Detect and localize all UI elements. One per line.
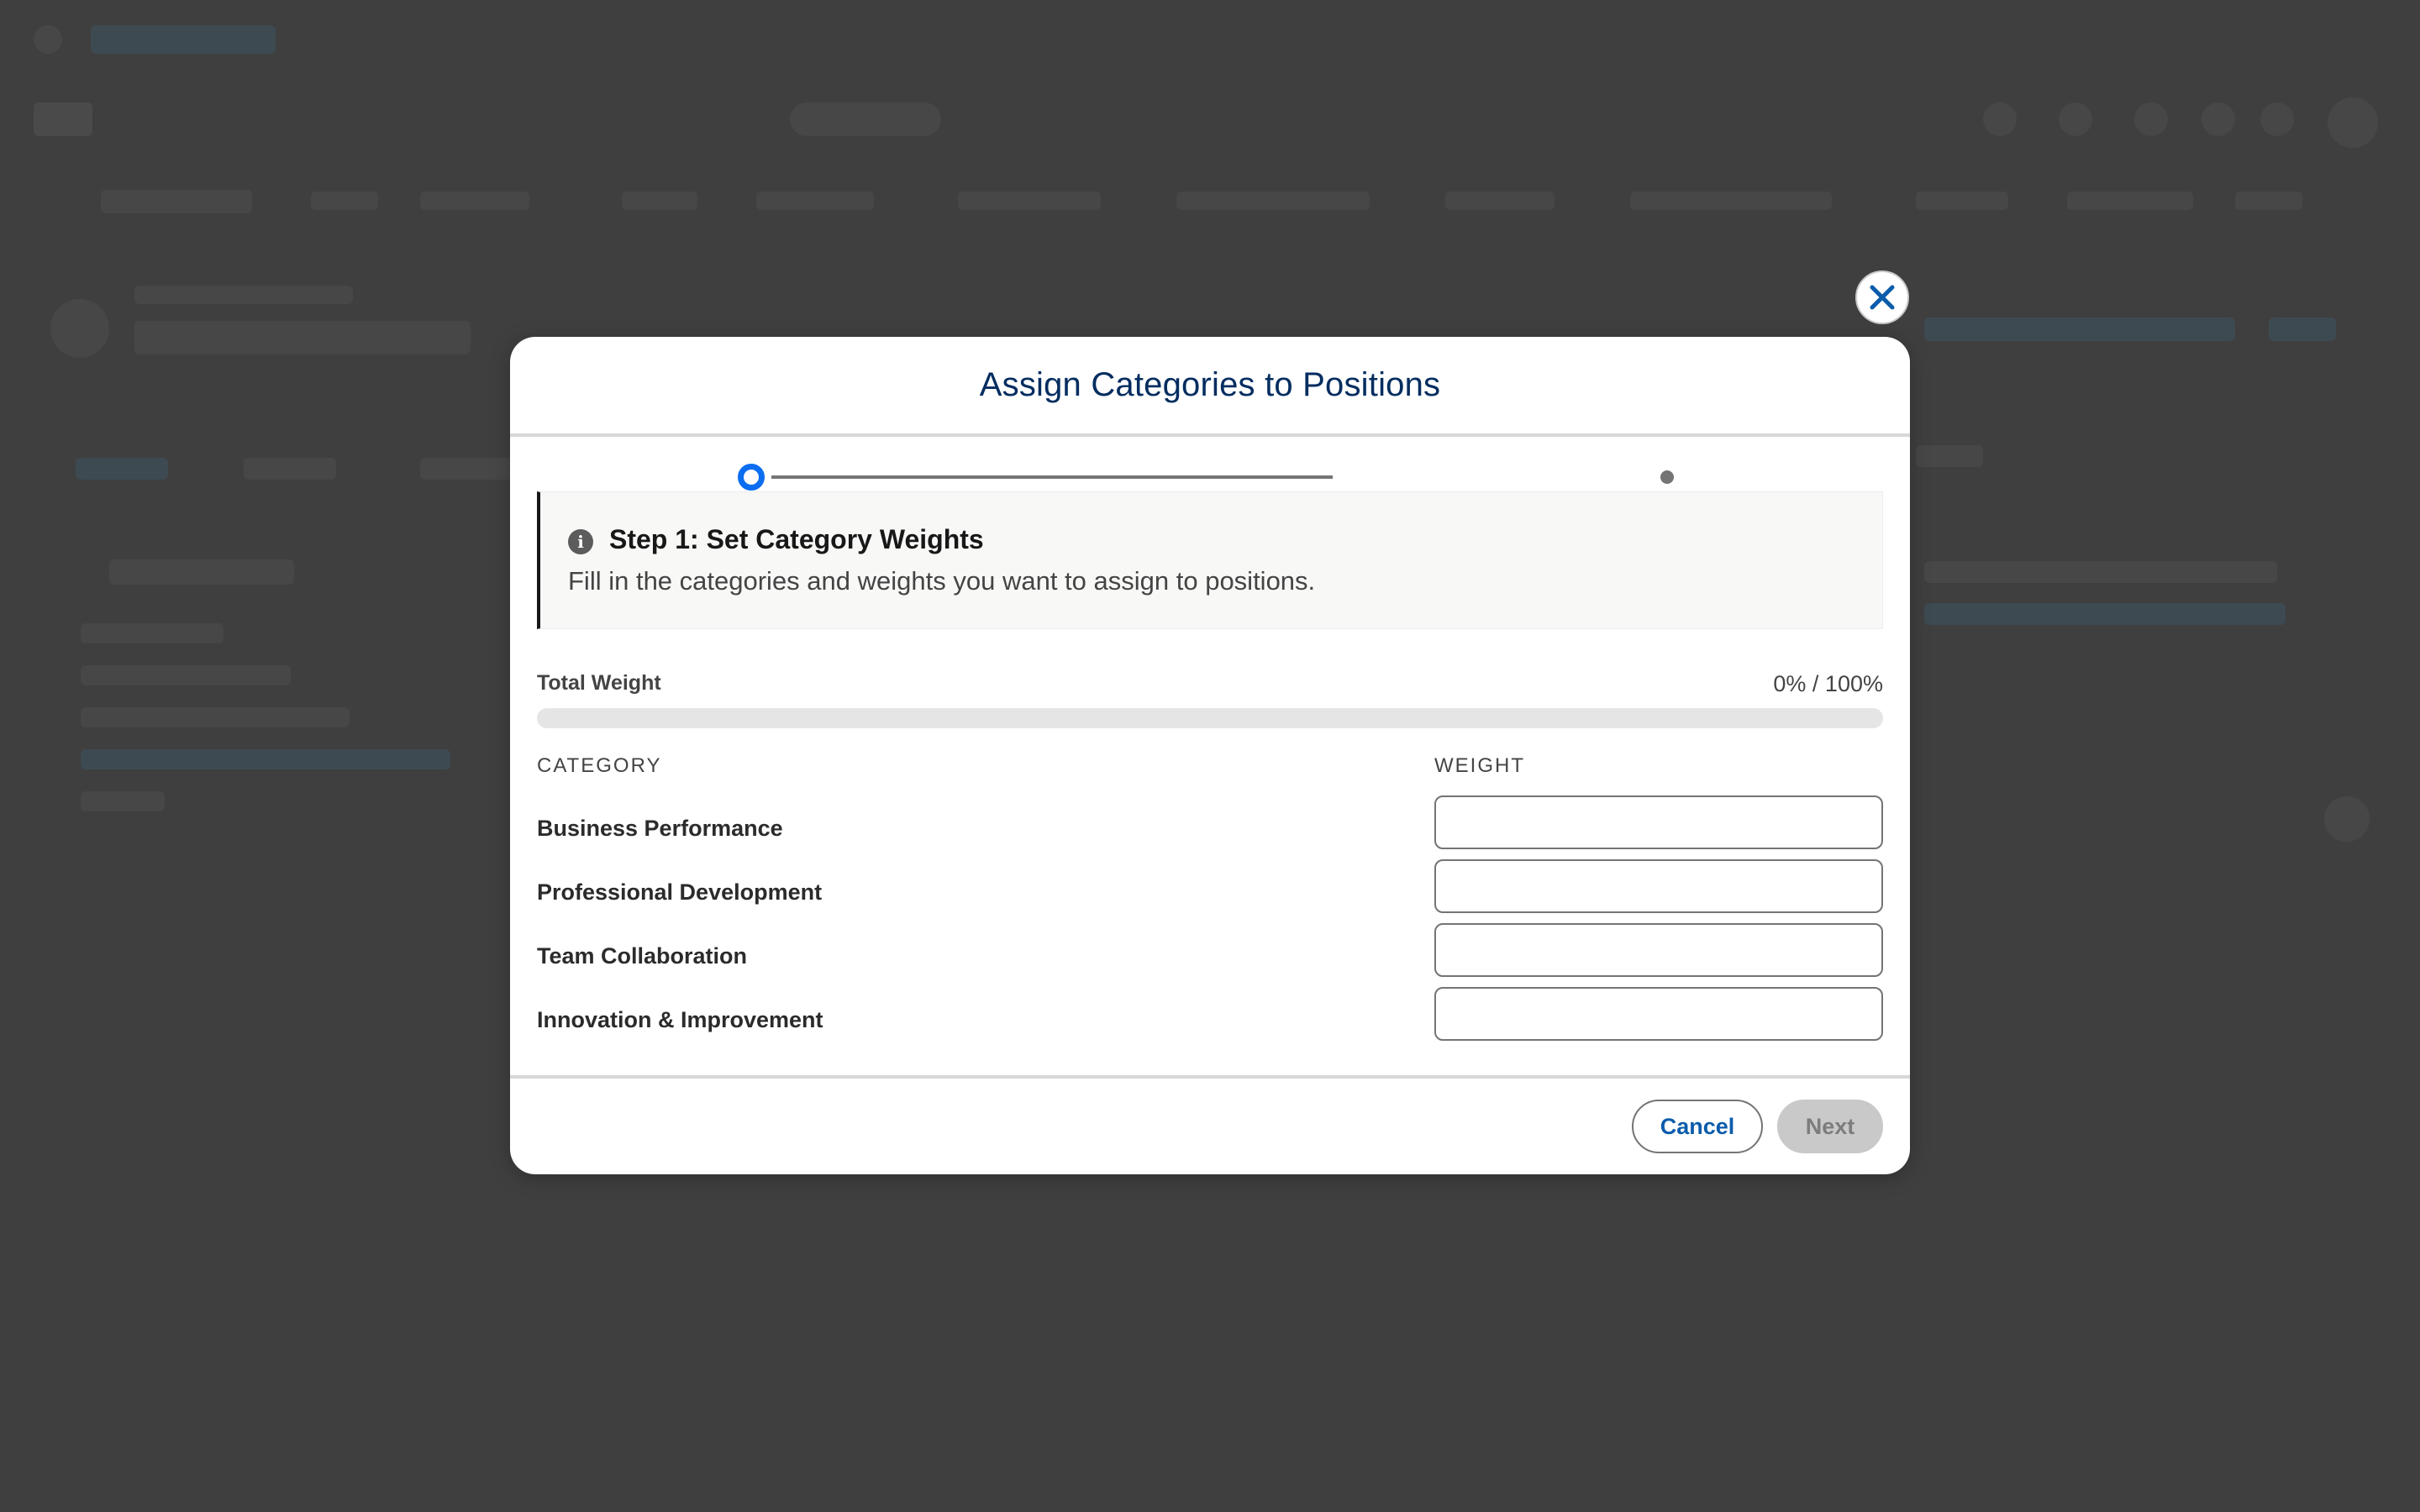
close-icon <box>1870 285 1895 310</box>
stepper-track <box>771 475 1333 479</box>
total-weight-value: 0% / 100% <box>1773 671 1883 696</box>
assign-categories-modal: Assign Categories to Positions i Step 1:… <box>510 337 1910 1174</box>
step-description: Fill in the categories and weights you w… <box>568 566 1316 596</box>
background-top-bar <box>0 0 2420 77</box>
info-icon: i <box>568 529 593 554</box>
weight-column-header: WEIGHT <box>1434 754 1525 777</box>
step-2-indicator[interactable] <box>1660 470 1674 484</box>
total-weight-progress-bar <box>537 708 1883 728</box>
close-button[interactable] <box>1855 270 1909 324</box>
cancel-button[interactable]: Cancel <box>1632 1100 1763 1153</box>
progress-stepper <box>510 437 1910 491</box>
total-weight-label: Total Weight <box>537 671 661 695</box>
category-column-header: CATEGORY <box>537 754 662 777</box>
step-heading: Step 1: Set Category Weights <box>609 524 984 554</box>
modal-header: Assign Categories to Positions <box>510 337 1910 437</box>
background-nav-bar <box>0 165 2420 239</box>
weight-input-professional-development[interactable] <box>1434 859 1883 913</box>
weight-input-business-performance[interactable] <box>1434 795 1883 849</box>
category-label: Innovation & Improvement <box>537 1007 823 1032</box>
background-global-header <box>0 77 2420 165</box>
step-info-box: i Step 1: Set Category Weights Fill in t… <box>537 491 1883 629</box>
weight-input-innovation-improvement[interactable] <box>1434 987 1883 1041</box>
modal-title: Assign Categories to Positions <box>979 366 1441 403</box>
modal-footer: Cancel Next <box>510 1075 1910 1174</box>
weight-input-team-collaboration[interactable] <box>1434 923 1883 977</box>
category-label: Team Collaboration <box>537 943 748 969</box>
category-label: Business Performance <box>537 816 783 841</box>
next-button[interactable]: Next <box>1777 1100 1883 1153</box>
category-label: Professional Development <box>537 879 823 905</box>
step-1-indicator[interactable] <box>738 464 765 491</box>
